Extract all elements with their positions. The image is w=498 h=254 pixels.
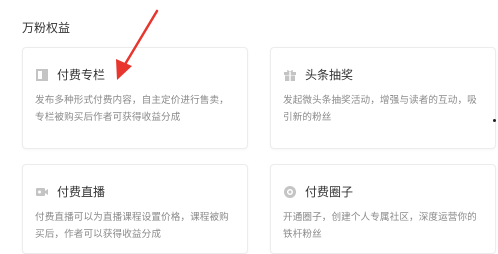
card-description: 发布多种形式付费内容，自主定价进行售卖，专栏被购买后作者可获得收益分成 — [35, 95, 229, 123]
card-paid-live[interactable]: 付费直播 付费直播可以为直播课程设置价格，课程被购买后，作者可以获得收益分成 — [22, 164, 248, 254]
live-video-icon — [35, 184, 49, 198]
column-icon — [35, 67, 49, 81]
card-lottery[interactable]: 头条抽奖 发起微头条抽奖活动，增强与读者的互动，吸引新的粉丝 — [270, 47, 496, 149]
lottery-icon — [283, 67, 297, 81]
card-title: 付费专栏 — [57, 67, 106, 82]
page-dot — [493, 119, 496, 122]
section-title: 万粉权益 — [22, 21, 71, 35]
card-header: 付费直播 — [35, 183, 235, 199]
card-title: 付费直播 — [57, 184, 106, 199]
card-description: 付费直播可以为直播课程设置价格，课程被购买后，作者可以获得收益分成 — [35, 212, 229, 240]
card-description: 开通圈子，创建个人专属社区，深度运营你的铁杆粉丝 — [283, 212, 477, 240]
card-paid-column[interactable]: 付费专栏 发布多种形式付费内容，自主定价进行售卖，专栏被购买后作者可获得收益分成 — [22, 47, 248, 149]
card-title: 头条抽奖 — [305, 67, 354, 82]
card-paid-circle[interactable]: 付费圈子 开通圈子，创建个人专属社区，深度运营你的铁杆粉丝 — [270, 164, 496, 254]
card-header: 付费专栏 — [35, 66, 235, 82]
card-header: 付费圈子 — [283, 183, 483, 199]
circle-icon — [283, 184, 297, 198]
card-header: 头条抽奖 — [283, 66, 483, 82]
card-title: 付费圈子 — [305, 184, 354, 199]
card-description: 发起微头条抽奖活动，增强与读者的互动，吸引新的粉丝 — [283, 95, 477, 123]
